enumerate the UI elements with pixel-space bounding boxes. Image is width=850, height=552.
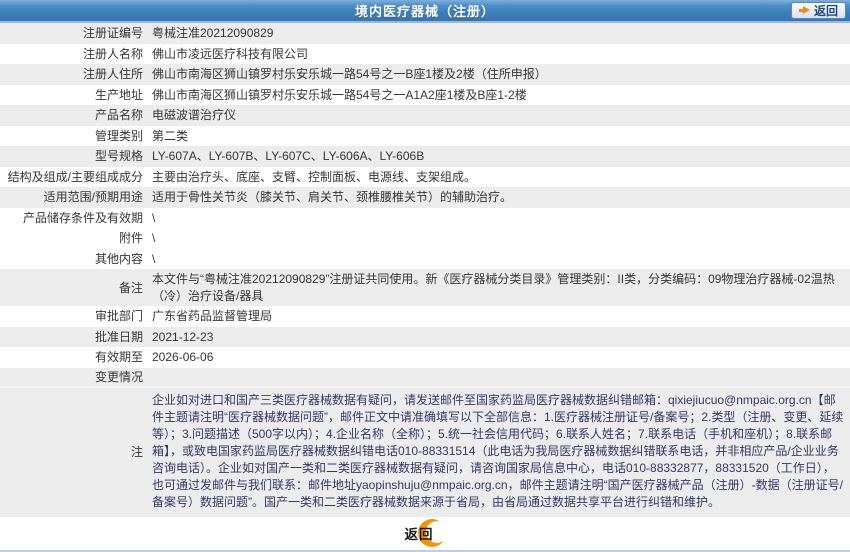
row-value: 主要由治疗头、底座、支臂、控制面板、电源线、支架组成。 bbox=[152, 169, 477, 184]
row-label: 产品储存条件及有效期 bbox=[22, 210, 143, 225]
arrow-right-icon bbox=[798, 6, 810, 15]
table-row: 备注 本文件与“粤械注准20212090829”注册证共同使用。新《医疗器械分类目… bbox=[0, 269, 850, 306]
row-value: 佛山市南海区狮山镇罗村乐安乐城一路54号之一B座1楼及2楼（住所申报） bbox=[152, 67, 547, 81]
row-value: 粤械注准20212090829 bbox=[152, 26, 274, 40]
row-value: \ bbox=[152, 251, 156, 266]
row-label: 注 bbox=[130, 445, 143, 459]
row-label: 管理类别 bbox=[94, 128, 143, 143]
table-row: 型号规格 LY-607A、LY-607B、LY-607C、LY-606A、LY-6… bbox=[0, 146, 850, 167]
table-row: 变更情况 bbox=[0, 367, 850, 387]
row-value: 企业如对进口和国产三类医疗器械数据有疑问，请发送邮件至国家药监局医疗器械数据纠错… bbox=[152, 392, 844, 509]
row-label: 变更情况 bbox=[94, 370, 143, 384]
table-row: 注册人名称 佛山市凌远医疗科技有限公司 bbox=[0, 43, 850, 64]
row-value: 本文件与“粤械注准20212090829”注册证共同使用。新《医疗器械分类目录》… bbox=[152, 272, 835, 303]
row-label: 有效期至 bbox=[94, 350, 143, 365]
row-value: \ bbox=[152, 210, 156, 225]
row-label: 型号规格 bbox=[94, 149, 143, 164]
table-row: 注册证编号 粤械注准20212090829 bbox=[0, 23, 850, 44]
row-value: \ bbox=[152, 231, 156, 245]
row-value: 佛山市南海区狮山镇罗村乐安乐城一路54号之一A1A2座1楼及B座1-2楼 bbox=[152, 87, 527, 102]
row-label: 生产地址 bbox=[94, 87, 143, 102]
row-label: 结构及组成/主要组成成分 bbox=[7, 169, 143, 184]
table-row: 产品名称 电磁波谱治疗仪 bbox=[0, 105, 850, 126]
page-header: 境内医疗器械（注册） 返回 bbox=[0, 0, 850, 23]
row-label: 产品名称 bbox=[94, 108, 143, 123]
row-label: 注册人名称 bbox=[82, 46, 143, 61]
table-row: 有效期至 2026-06-06 bbox=[0, 347, 850, 368]
table-row: 生产地址 佛山市南海区狮山镇罗村乐安乐城一路54号之一A1A2座1楼及B座1-2楼 bbox=[0, 84, 850, 105]
row-label: 附件 bbox=[118, 231, 143, 246]
row-value: LY-607A、LY-607B、LY-607C、LY-606A、LY-606B bbox=[152, 149, 425, 163]
registration-table: 注册证编号 粤械注准20212090829 注册人名称 佛山市凌远医疗科技有限公司 注册… bbox=[0, 23, 850, 517]
table-row: 适用范围/预期用途 适用于骨性关节炎（膝关节、肩关节、颈椎腰椎关节）的辅助治疗。 bbox=[0, 187, 850, 208]
back-button-bottom-label: 返回 bbox=[404, 527, 434, 542]
back-button-top-label: 返回 bbox=[813, 3, 838, 18]
back-button-bottom[interactable]: 返回 bbox=[404, 519, 448, 547]
row-value: 佛山市凌远医疗科技有限公司 bbox=[152, 46, 309, 61]
row-value: 广东省药品监督管理局 bbox=[152, 309, 273, 323]
row-value: 第二类 bbox=[152, 128, 189, 143]
row-value: 2026-06-06 bbox=[152, 350, 214, 364]
row-label: 适用范围/预期用途 bbox=[43, 190, 143, 205]
table-row: 产品储存条件及有效期 \ bbox=[0, 207, 850, 228]
row-label: 注册证编号 bbox=[82, 26, 143, 41]
row-value: 适用于骨性关节炎（膝关节、肩关节、颈椎腰椎关节）的辅助治疗。 bbox=[152, 190, 513, 204]
row-value: 电磁波谱治疗仪 bbox=[152, 108, 237, 122]
row-value: 2021-12-23 bbox=[152, 329, 214, 344]
page-footer: 返回 bbox=[0, 516, 850, 552]
table-row: 批准日期 2021-12-23 bbox=[0, 326, 850, 347]
row-label: 审批部门 bbox=[94, 309, 143, 324]
table-row: 审批部门 广东省药品监督管理局 bbox=[0, 306, 850, 327]
row-label: 批准日期 bbox=[94, 329, 143, 344]
page-title: 境内医疗器械（注册） bbox=[354, 4, 495, 19]
table-row: 注企业如对进口和国产三类医疗器械数据有疑问，请发送邮件至国家药监局医疗器械数据纠… bbox=[0, 386, 850, 517]
row-label: 备注 bbox=[118, 280, 143, 295]
row-label: 注册人住所 bbox=[82, 67, 143, 82]
table-row: 其他内容 \ bbox=[0, 248, 850, 269]
table-row: 结构及组成/主要组成成分 主要由治疗头、底座、支臂、控制面板、电源线、支架组成。 bbox=[0, 166, 850, 187]
table-row: 管理类别 第二类 bbox=[0, 125, 850, 146]
medical-device-registration-page: 境内医疗器械（注册） 返回 注册证编号 粤械注准20212090829 注册人名称佛… bbox=[0, 0, 850, 552]
row-label: 其他内容 bbox=[94, 251, 143, 266]
table-row: 附件 \ bbox=[0, 228, 850, 249]
row-value bbox=[152, 375, 850, 379]
table-row: 注册人住所 佛山市南海区狮山镇罗村乐安乐城一路54号之一B座1楼及2楼（住所申报） bbox=[0, 64, 850, 85]
back-button-top[interactable]: 返回 bbox=[790, 2, 846, 19]
